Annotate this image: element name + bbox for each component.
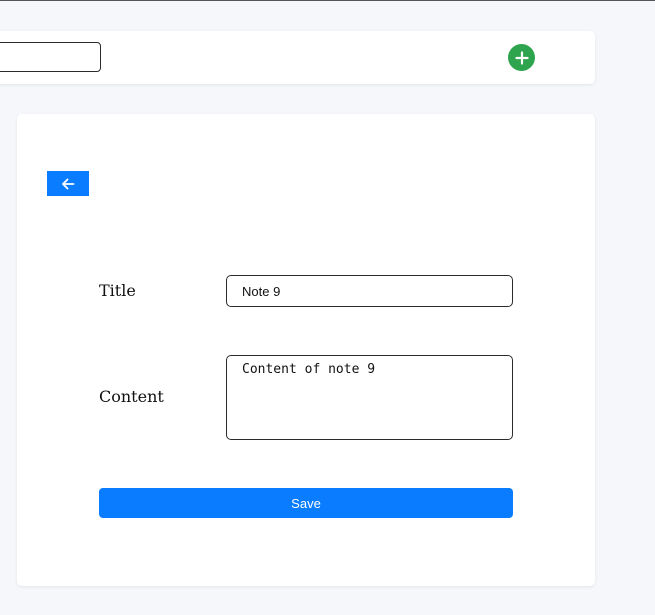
content-textarea[interactable]: Content of note 9 bbox=[226, 355, 513, 440]
add-note-button[interactable] bbox=[508, 44, 535, 71]
plus-icon bbox=[514, 50, 529, 65]
arrow-left-icon bbox=[62, 178, 75, 189]
save-button[interactable]: Save bbox=[99, 488, 513, 518]
back-button[interactable] bbox=[47, 171, 89, 196]
top-divider bbox=[0, 0, 655, 1]
note-editor-card: Title Content Content of note 9 Save bbox=[17, 114, 595, 586]
content-label: Content bbox=[99, 387, 164, 406]
title-input[interactable] bbox=[226, 275, 513, 307]
top-bar bbox=[0, 31, 595, 84]
title-label: Title bbox=[99, 281, 136, 300]
search-input[interactable] bbox=[0, 42, 101, 72]
